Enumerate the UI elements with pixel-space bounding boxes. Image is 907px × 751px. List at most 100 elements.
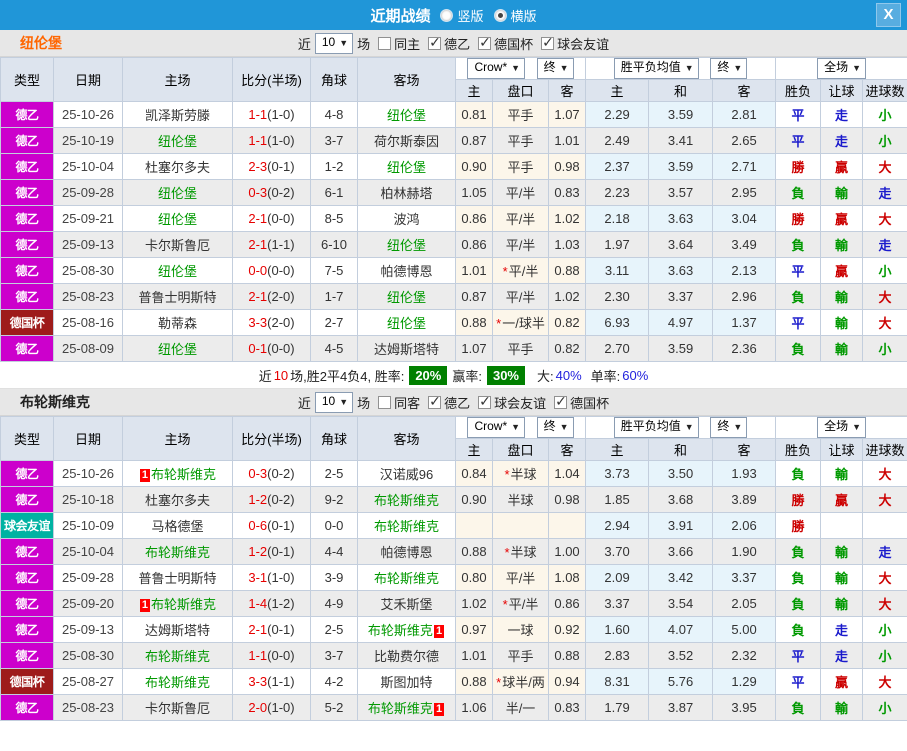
win-draw-loss-avg-select[interactable]: 胜平负均值 ▼ xyxy=(613,417,699,438)
vertical-layout-label[interactable]: 竖版 xyxy=(457,6,483,25)
league-checkbox-de2[interactable] xyxy=(428,393,442,410)
avg-odds-select-group: 胜平负均值 ▼ 终 ▼ xyxy=(585,416,777,439)
cell-handicap-away-odds: 1.03 xyxy=(547,231,587,258)
match-row: 德乙 25-10-26 1 布轮斯维克 0-3(0-2) 2-5 汉诺威96 0.84 *半球 1… xyxy=(0,460,907,487)
cell-goals-result: 走 xyxy=(862,538,907,565)
cell-date: 25-09-13 xyxy=(53,231,123,258)
cell-corners: 4-5 xyxy=(310,335,358,362)
league-label-cup[interactable]: 德国杯 xyxy=(570,393,609,412)
cell-away-team: 布轮斯维克 1 xyxy=(357,616,456,643)
cell-date: 25-09-13 xyxy=(53,616,123,643)
cell-handicap-away-odds: 1.07 xyxy=(547,101,587,128)
cell-odds-home: 2.30 xyxy=(585,283,650,310)
cell-handicap-result: 輸 xyxy=(820,283,864,310)
league-checkbox-cup[interactable] xyxy=(478,34,492,51)
cell-handicap-away-odds: 0.92 xyxy=(547,616,587,643)
horizontal-layout-radio[interactable] xyxy=(493,8,507,22)
match-row: 德乙 25-08-09 纽伦堡 0-1(0-0) 4-5 达姆斯塔特 1.07 平手 0.82 2… xyxy=(0,335,907,362)
close-button[interactable]: X xyxy=(876,3,901,27)
cell-date: 25-08-23 xyxy=(53,283,123,310)
team-name-text: 纽伦堡 xyxy=(386,316,426,331)
handicap-rate-label: 赢率: xyxy=(452,368,482,384)
cell-date: 25-10-04 xyxy=(53,153,123,180)
final-odds-select-2[interactable]: 终 ▼ xyxy=(710,417,748,438)
team-name-text: 布轮斯维克 xyxy=(144,675,210,690)
cell-away-team: 纽伦堡 xyxy=(357,283,456,310)
same-home-checkbox[interactable] xyxy=(378,36,392,50)
cell-handicap-away-odds: 0.98 xyxy=(547,486,587,513)
match-row: 德乙 25-09-13 卡尔斯鲁厄 2-1(1-1) 6-10 纽伦堡 0.86 平/半 1.0… xyxy=(0,231,907,258)
cell-handicap-line: 平/半 xyxy=(492,179,549,206)
games-label: 场 xyxy=(357,36,371,52)
bookmaker-select[interactable]: Crow* ▼ xyxy=(467,58,526,79)
bookmaker-select[interactable]: Crow* ▼ xyxy=(467,417,526,438)
cell-league: 德乙 xyxy=(0,642,54,669)
cell-date: 25-08-30 xyxy=(53,642,123,669)
team-name-text: 布轮斯维克 xyxy=(367,701,433,716)
cell-odds-draw: 3.63 xyxy=(648,257,714,284)
league-label-friendly[interactable]: 球会友谊 xyxy=(494,393,546,412)
sub-header-odds-home: 主 xyxy=(585,438,650,461)
team-name-text: 布轮斯维克 xyxy=(144,545,210,560)
full-match-select[interactable]: 全场 ▼ xyxy=(817,58,866,79)
cell-odds-away: 2.71 xyxy=(712,153,777,180)
win-draw-loss-avg-select[interactable]: 胜平负均值 ▼ xyxy=(613,58,699,79)
same-away-label[interactable]: 同客 xyxy=(394,393,420,412)
cell-handicap-line: 一球 xyxy=(492,616,549,643)
cell-handicap-line: *平/半 xyxy=(492,257,549,284)
recent-count-select[interactable]: 10 ▼ xyxy=(314,32,354,54)
vertical-layout-radio[interactable] xyxy=(440,8,454,22)
match-row: 德乙 25-10-18 杜塞尔多夫 1-2(0-2) 9-2 布轮斯维克 0.90 半球 0.9… xyxy=(0,486,907,513)
team-name-text: 布轮斯维克 xyxy=(367,623,433,638)
cell-goals-result: 小 xyxy=(862,642,907,669)
final-odds-select-2[interactable]: 终 ▼ xyxy=(710,58,748,79)
league-checkbox-friendly[interactable] xyxy=(478,393,492,410)
cell-date: 25-10-04 xyxy=(53,538,123,565)
same-home-label[interactable]: 同主 xyxy=(394,34,420,53)
section-header-home-team: 纽伦堡 近 10▼ 场 同主 德乙 德国杯 球会友谊 xyxy=(0,30,907,57)
chevron-down-icon: ▼ xyxy=(339,396,349,407)
cell-handicap-result: 走 xyxy=(820,616,864,643)
league-label-de2[interactable]: 德乙 xyxy=(444,393,470,412)
league-label-friendly[interactable]: 球会友谊 xyxy=(557,34,609,53)
league-label-de2[interactable]: 德乙 xyxy=(444,34,470,53)
cell-score: 1-1(1-0) xyxy=(232,127,311,154)
league-checkbox-cup[interactable] xyxy=(554,393,568,410)
cell-home-team: 马格德堡 xyxy=(122,512,233,539)
cell-handicap-away-odds: 0.83 xyxy=(547,694,587,721)
cell-handicap-home-odds: 0.90 xyxy=(455,486,493,513)
cell-handicap-home-odds: 0.80 xyxy=(455,564,493,591)
cell-goals-result: 小 xyxy=(862,127,907,154)
cell-handicap-line: *球半/两 xyxy=(492,668,549,695)
cell-away-team: 斯图加特 xyxy=(357,668,456,695)
recent-count-select[interactable]: 10 ▼ xyxy=(314,391,354,413)
league-checkbox-de2[interactable] xyxy=(428,34,442,51)
cell-handicap-line: 平/半 xyxy=(492,283,549,310)
horizontal-layout-label[interactable]: 横版 xyxy=(511,6,537,25)
league-label-cup[interactable]: 德国杯 xyxy=(494,34,533,53)
cell-home-team: 布轮斯维克 xyxy=(122,642,233,669)
cell-result: 平 xyxy=(775,101,822,128)
cell-away-team: 纽伦堡 xyxy=(357,101,456,128)
cell-goals-result: 小 xyxy=(862,694,907,721)
single-label: 单率: xyxy=(590,368,621,384)
cell-corners: 4-8 xyxy=(310,101,358,128)
team-name-text: 纽伦堡 xyxy=(386,290,426,305)
sub-header-result: 胜负 xyxy=(775,438,822,461)
cell-handicap-line xyxy=(492,512,549,539)
cell-score: 1-2(0-2) xyxy=(232,486,311,513)
final-odds-select[interactable]: 终 ▼ xyxy=(536,417,574,438)
games-label: 场 xyxy=(357,395,371,411)
same-away-checkbox[interactable] xyxy=(378,395,392,409)
final-odds-select[interactable]: 终 ▼ xyxy=(536,58,574,79)
full-match-select[interactable]: 全场 ▼ xyxy=(817,417,866,438)
cell-corners: 1-7 xyxy=(310,283,358,310)
chevron-down-icon: ▼ xyxy=(559,422,569,432)
cell-score: 1-4(1-2) xyxy=(232,590,311,617)
league-checkbox-friendly[interactable] xyxy=(541,34,555,51)
cell-result: 平 xyxy=(775,309,822,336)
cell-handicap-home-odds: 0.90 xyxy=(455,153,493,180)
cell-away-team: 比勒费尔德 xyxy=(357,642,456,669)
cell-away-team: 布轮斯维克 xyxy=(357,486,456,513)
cell-goals-result: 大 xyxy=(862,283,907,310)
